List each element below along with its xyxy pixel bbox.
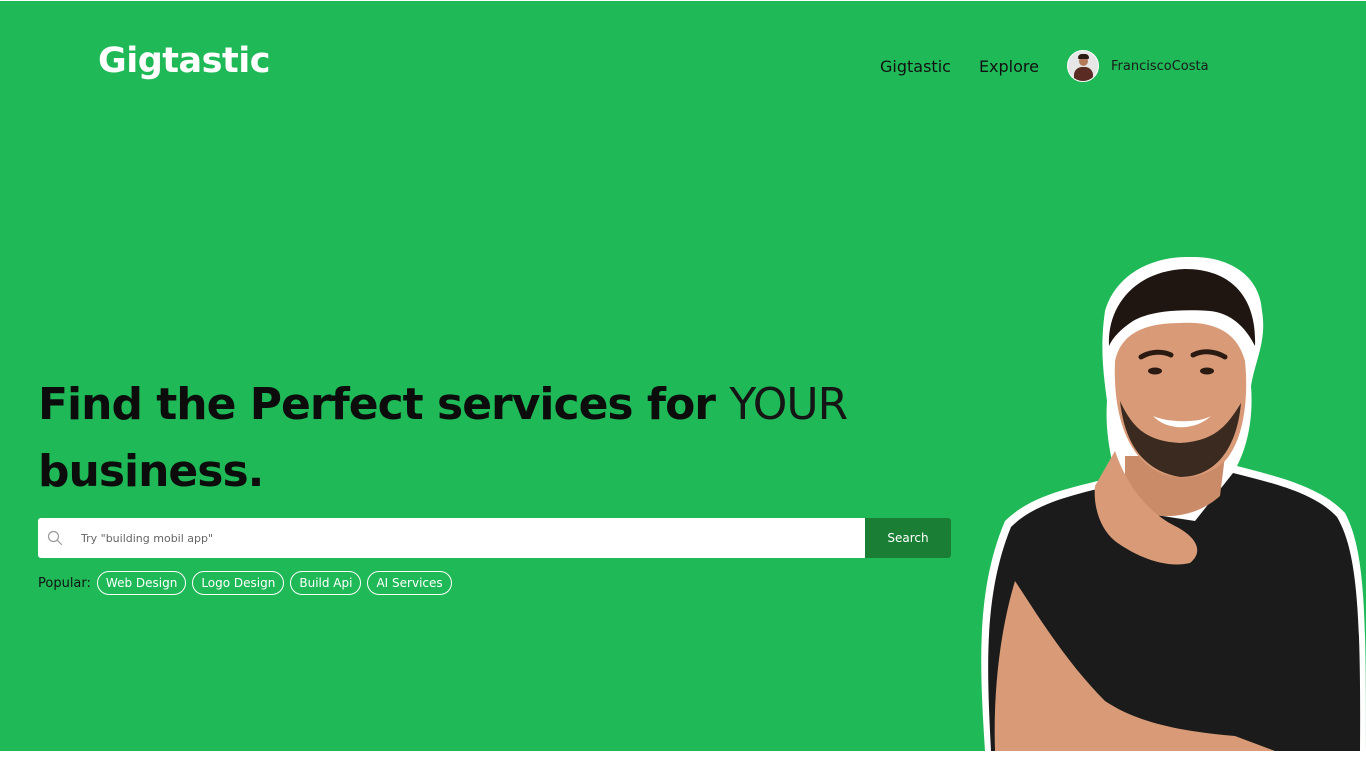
logo[interactable]: Gigtastic: [98, 41, 270, 81]
nav-link-gigtastic[interactable]: Gigtastic: [880, 57, 951, 76]
user-menu[interactable]: FranciscoCosta: [1066, 50, 1209, 82]
user-name[interactable]: FranciscoCosta: [1111, 59, 1209, 74]
popular-tags: Popular: Web Design Logo Design Build Ap…: [38, 571, 458, 595]
headline-bold-text: Find the Perfect services for: [38, 379, 716, 430]
page: Gigtastic Gigtastic Explore FranciscoCos…: [0, 0, 1366, 768]
search-input[interactable]: [79, 530, 843, 546]
hero-headline: Find the Perfect services for YOUR busin…: [38, 371, 938, 505]
headline-line2: business.: [38, 446, 264, 497]
top-nav: Gigtastic Explore FranciscoCosta: [880, 48, 1209, 84]
hero-person-image: [981, 256, 1366, 751]
tag-ai-services[interactable]: AI Services: [367, 571, 452, 595]
search-bar: Search: [38, 518, 951, 558]
headline-light-text: YOUR: [729, 379, 848, 430]
popular-label: Popular:: [38, 575, 91, 591]
tag-build-api[interactable]: Build Api: [290, 571, 362, 595]
nav-link-explore[interactable]: Explore: [979, 57, 1039, 76]
avatar[interactable]: [1066, 50, 1099, 82]
hero-section: Gigtastic Gigtastic Explore FranciscoCos…: [0, 1, 1366, 751]
search-box[interactable]: [38, 518, 865, 558]
tag-logo-design[interactable]: Logo Design: [192, 571, 285, 595]
search-icon: [47, 530, 63, 546]
search-button[interactable]: Search: [865, 518, 951, 558]
tag-web-design[interactable]: Web Design: [96, 571, 187, 595]
